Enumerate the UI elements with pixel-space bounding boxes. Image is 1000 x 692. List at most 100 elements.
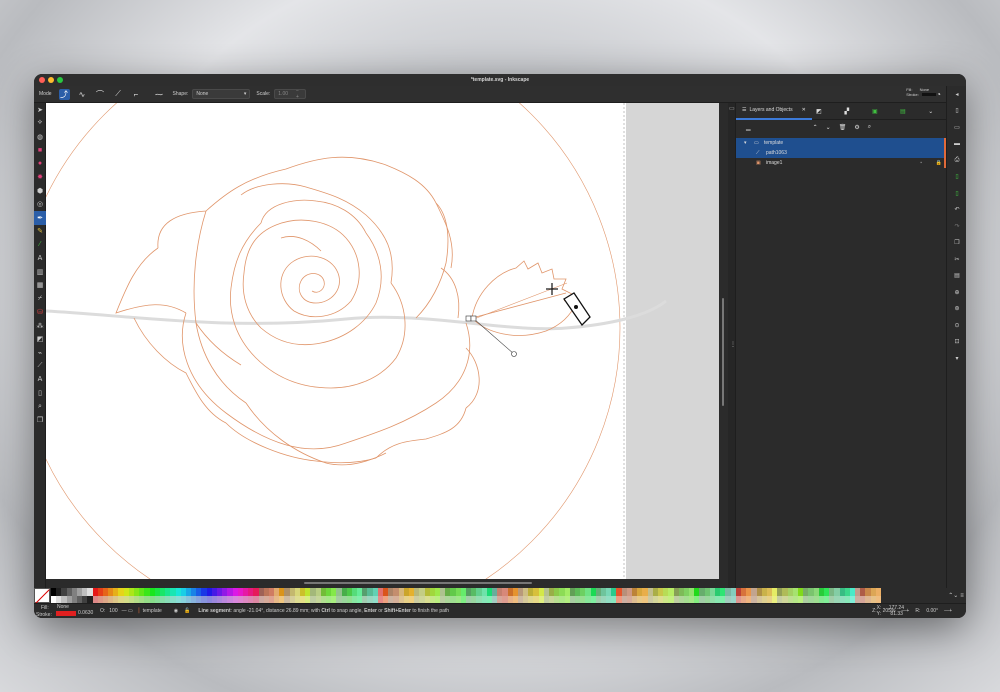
node-handle[interactable] xyxy=(465,315,472,322)
zoom-selection-icon[interactable]: ⊕ xyxy=(947,284,966,301)
layer-row-template[interactable]: ▾ ▭ template xyxy=(736,138,946,148)
eraser-tool-icon[interactable]: ◩ xyxy=(34,333,46,347)
tab-layers-objects[interactable]: ☰ Layers and Objects ✕ xyxy=(736,103,812,120)
close-window-button[interactable] xyxy=(39,77,45,83)
new-layer-icon[interactable]: ▁ xyxy=(746,124,751,131)
more-commands-icon[interactable]: ▾ xyxy=(947,350,966,367)
opacity-value[interactable]: 100 xyxy=(109,608,117,614)
pencil-tool-icon[interactable]: ✎ xyxy=(34,225,46,239)
circle-tool-icon[interactable]: ● xyxy=(34,157,46,171)
rect-tool-icon[interactable]: ■ xyxy=(34,144,46,158)
close-icon[interactable]: ✕ xyxy=(802,107,806,113)
palette-scroll-icon[interactable]: ⌃⌄ xyxy=(948,592,958,599)
zigzag-mode-icon[interactable]: ⟋ xyxy=(113,89,124,100)
search-icon[interactable]: ⌕ xyxy=(868,124,871,131)
export-icon[interactable]: ▯ xyxy=(947,185,966,202)
drawing-svg[interactable] xyxy=(46,103,728,579)
vertical-scroll-thumb[interactable] xyxy=(722,298,724,406)
horizontal-scroll-thumb[interactable] xyxy=(304,582,532,584)
swatch-grid[interactable] xyxy=(51,588,946,603)
lpe-tool-icon[interactable]: ⌁ xyxy=(34,346,46,360)
current-layer[interactable]: template xyxy=(143,608,162,614)
selector-tool-icon[interactable]: ➤ xyxy=(34,103,46,117)
no-paint-swatch[interactable] xyxy=(34,588,50,603)
zoom-page-icon[interactable]: ⊙ xyxy=(947,317,966,334)
document-tab-icon[interactable]: ▤ xyxy=(896,103,910,120)
snap-toggle-icon[interactable]: ◔ xyxy=(933,89,944,100)
measure-tool-icon[interactable]: A xyxy=(34,373,46,387)
status-stroke-swatch[interactable] xyxy=(56,610,76,616)
pages-tool-icon[interactable]: ▯ xyxy=(34,387,46,401)
rotation-value[interactable]: 0.00° xyxy=(926,608,938,614)
rose-path[interactable] xyxy=(115,156,480,466)
more-tabs-icon[interactable]: ⌄ xyxy=(924,103,938,120)
connector-tool-icon[interactable]: ⟋ xyxy=(34,360,46,374)
vertical-scrollbar[interactable] xyxy=(719,103,728,579)
shape-select[interactable]: None ▾ xyxy=(192,89,251,99)
node-handle[interactable] xyxy=(470,315,477,322)
text-tool-icon[interactable]: A xyxy=(34,252,46,266)
paste-icon[interactable]: ▤ xyxy=(947,268,966,285)
redo-icon[interactable]: ↷ xyxy=(947,218,966,235)
undo-icon[interactable]: ↶ xyxy=(947,202,966,219)
align-tab-icon[interactable]: ▞ xyxy=(840,103,854,120)
color-swatch[interactable] xyxy=(875,588,881,596)
mesh-tool-icon[interactable]: ▦ xyxy=(34,279,46,293)
pen-tool-icon[interactable]: ✒ xyxy=(34,211,46,225)
dock-icon[interactable]: ▭ xyxy=(729,105,735,112)
cut-icon[interactable]: ✂ xyxy=(947,251,966,268)
scale-input[interactable]: 1.00 − + xyxy=(274,88,307,100)
save-icon[interactable]: ▬ xyxy=(947,136,966,153)
zoom-width-icon[interactable]: ⊡ xyxy=(947,334,966,351)
lock-toggle-icon[interactable]: 🔓 xyxy=(184,608,190,614)
gradient-tool-icon[interactable]: ▥ xyxy=(34,265,46,279)
new-document-icon[interactable]: ▯ xyxy=(947,103,966,120)
calligraphy-tool-icon[interactable]: ⁄ xyxy=(34,238,46,252)
spiro-mode-icon[interactable]: ∿ xyxy=(77,89,88,100)
fill-stroke-status[interactable]: Fill: None Stroke: 0.0630 xyxy=(34,604,93,619)
delete-icon[interactable]: 🗑 xyxy=(839,124,847,131)
zoom-stepper-icon[interactable]: —+ xyxy=(901,608,909,614)
visibility-toggle-icon[interactable]: ◉ xyxy=(174,608,178,614)
horizontal-scrollbar[interactable] xyxy=(46,579,728,587)
handle-knob[interactable] xyxy=(511,351,517,357)
move-up-icon[interactable]: ⌃ xyxy=(813,124,818,131)
minimize-window-button[interactable] xyxy=(48,77,54,83)
node-tool-icon[interactable]: ⟡ xyxy=(34,117,46,131)
layer-row-path1063[interactable]: ⟋ path1063 xyxy=(736,148,946,158)
bspline-mode-icon[interactable]: ⌒ xyxy=(95,89,106,100)
zoom-window-button[interactable] xyxy=(57,77,63,83)
lock-icon[interactable]: 🔒 xyxy=(936,160,942,166)
dropper-tool-icon[interactable]: ⌿ xyxy=(34,292,46,306)
3dbox-tool-icon[interactable]: ⬢ xyxy=(34,184,46,198)
rotation-stepper-icon[interactable]: —+ xyxy=(944,608,952,614)
expand-icon[interactable]: ▾ xyxy=(744,140,751,146)
zoom-drawing-icon[interactable]: ⊛ xyxy=(947,301,966,318)
spiral-tool-icon[interactable]: ◎ xyxy=(34,198,46,212)
print-icon[interactable]: ⎙ xyxy=(947,152,966,169)
zoom-tool-icon[interactable]: ⌕ xyxy=(34,400,46,414)
fill-stroke-tab-icon[interactable]: ◩ xyxy=(812,103,826,120)
export-tab-icon[interactable]: ▣ xyxy=(868,103,882,120)
paraxial-mode-icon[interactable]: ⌐ xyxy=(131,89,142,100)
star-tool-icon[interactable]: ✸ xyxy=(34,171,46,185)
canvas[interactable] xyxy=(46,103,728,579)
line-segment-icon[interactable]: ⁓ xyxy=(154,89,165,100)
copy-icon[interactable]: ❐ xyxy=(947,235,966,252)
visibility-icon[interactable]: ▪ xyxy=(920,160,922,166)
menu-icon[interactable]: ◂ xyxy=(947,86,966,103)
open-icon[interactable]: ▭ xyxy=(947,119,966,136)
spray-tool-icon[interactable]: ⁂ xyxy=(34,319,46,333)
stepper-icon[interactable]: − + xyxy=(296,88,302,100)
palette-controls[interactable]: ⌃⌄ ≡ xyxy=(946,588,966,603)
opacity-stepper-icon[interactable]: — ▭ xyxy=(122,608,133,614)
paint-bucket-icon[interactable]: ⛁ xyxy=(34,306,46,320)
move-down-icon[interactable]: ⌄ xyxy=(826,124,831,131)
color-swatch[interactable] xyxy=(875,595,881,603)
zoom-value[interactable]: 205% xyxy=(883,608,896,614)
palette-menu-icon[interactable]: ≡ xyxy=(960,593,964,599)
layer-row-image1[interactable]: ▣ image1 ▪ 🔒 xyxy=(736,158,946,168)
document-tool-icon[interactable]: ❐ xyxy=(34,414,46,428)
bezier-mode-icon[interactable]: ⤴ xyxy=(58,88,70,100)
dock-handle[interactable]: ▭ ⋮ xyxy=(728,103,736,588)
